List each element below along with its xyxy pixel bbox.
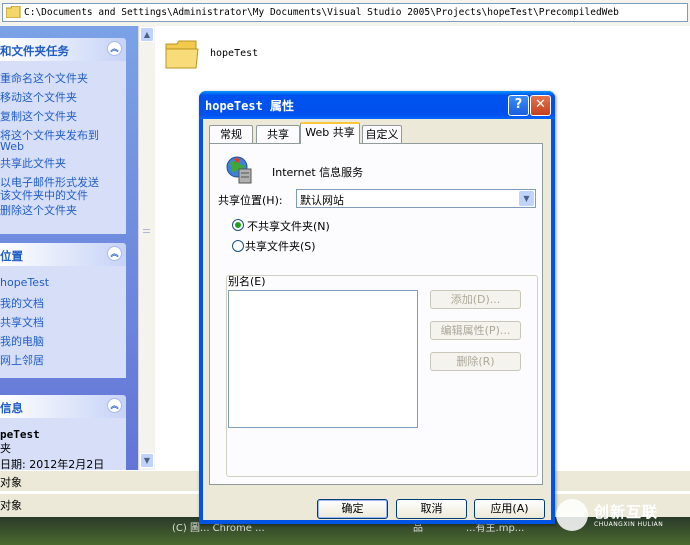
task-copy[interactable]: 复制这个文件夹 bbox=[0, 108, 77, 124]
share-location-value: 默认网站 bbox=[300, 194, 344, 207]
watermark-text: 创新互联 bbox=[594, 503, 659, 521]
details-date: 日期: 2012年2月2日 bbox=[0, 458, 105, 470]
task-share[interactable]: 共享此文件夹 bbox=[0, 155, 66, 171]
add-button[interactable]: 添加(D)... bbox=[430, 290, 521, 309]
tasks-panel-body: 重命名这个文件夹 移动这个文件夹 复制这个文件夹 将这个文件夹发布到 Web 共… bbox=[0, 61, 126, 234]
places-panel-body: hopeTest 我的文档 共享文档 我的电脑 网上邻居 bbox=[0, 266, 126, 378]
help-button[interactable]: ? bbox=[508, 95, 529, 116]
radio-share-label[interactable]: 共享文件夹(S) bbox=[245, 238, 320, 254]
address-bar: C:\Documents and Settings\Administrator\… bbox=[0, 0, 690, 27]
share-location-label: 共享位置(H): bbox=[218, 194, 283, 207]
share-location-select[interactable]: 默认网站 ▼ bbox=[296, 189, 536, 208]
task-publish-web[interactable]: Web bbox=[0, 140, 24, 153]
tab-sharing[interactable]: 共享 bbox=[256, 125, 300, 143]
chevron-down-icon[interactable]: ▼ bbox=[519, 191, 534, 206]
watermark-logo-icon bbox=[556, 499, 588, 531]
folder-name[interactable]: hopeTest bbox=[210, 48, 258, 59]
remove-button[interactable]: 删除(R) bbox=[430, 352, 521, 371]
watermark: 创新互联 CHUANGXIN HULIAN bbox=[556, 497, 690, 535]
dialog-body: 常规 共享 Web 共享 自定义 Internet 信息服务 共享位置(H): … bbox=[203, 119, 551, 520]
close-button[interactable]: ✕ bbox=[530, 95, 551, 116]
dialog-title: hopeTest 属性 bbox=[205, 99, 295, 113]
radio-no-share[interactable] bbox=[232, 219, 244, 231]
tab-customize[interactable]: 自定义 bbox=[362, 125, 402, 143]
web-sharing-panel: Internet 信息服务 共享位置(H): 默认网站 ▼ 不共享文件夹(N) … bbox=[209, 143, 543, 485]
ok-button[interactable]: 确定 bbox=[317, 499, 388, 519]
place-shared-documents[interactable]: 共享文档 bbox=[0, 314, 44, 330]
alias-list[interactable] bbox=[228, 290, 418, 428]
details-panel-title: 信息 bbox=[0, 401, 23, 415]
radio-share[interactable] bbox=[232, 240, 244, 252]
details-panel-body: peTest 夹 日期: 2012年2月2日 bbox=[0, 418, 126, 470]
details-panel-header[interactable]: 信息 ︽ bbox=[0, 395, 126, 418]
collapse-icon[interactable]: ︽ bbox=[107, 398, 122, 413]
address-path: C:\Documents and Settings\Administrator\… bbox=[24, 7, 619, 18]
task-rename[interactable]: 重命名这个文件夹 bbox=[0, 70, 88, 86]
details-type: 夹 bbox=[0, 442, 11, 455]
address-field[interactable]: C:\Documents and Settings\Administrator\… bbox=[2, 3, 688, 22]
iis-globe-icon bbox=[226, 156, 252, 184]
place-my-computer[interactable]: 我的电脑 bbox=[0, 333, 44, 349]
edit-properties-button[interactable]: 编辑属性(P)... bbox=[430, 321, 521, 340]
properties-dialog: hopeTest 属性 ? ✕ 常规 共享 Web 共享 自定义 Interne… bbox=[199, 91, 555, 524]
tab-web-sharing[interactable]: Web 共享 bbox=[300, 122, 360, 144]
cancel-button[interactable]: 取消 bbox=[396, 499, 467, 519]
collapse-icon[interactable]: ︽ bbox=[107, 41, 122, 56]
tasks-panel-title: 和文件夹任务 bbox=[0, 44, 69, 58]
places-panel-title: 位置 bbox=[0, 249, 23, 263]
task-email-2[interactable]: 该文件夹中的文件 bbox=[0, 187, 88, 203]
scroll-grip bbox=[143, 229, 150, 230]
tasks-panel-header[interactable]: 和文件夹任务 ︽ bbox=[0, 38, 126, 61]
service-label: Internet 信息服务 bbox=[272, 166, 364, 179]
radio-no-share-label[interactable]: 不共享文件夹(N) bbox=[247, 218, 330, 234]
watermark-subtext: CHUANGXIN HULIAN bbox=[594, 521, 664, 528]
status-text-2: 对象 bbox=[0, 499, 22, 512]
places-panel-header[interactable]: 位置 ︽ bbox=[0, 243, 126, 266]
task-delete[interactable]: 删除这个文件夹 bbox=[0, 202, 77, 218]
place-hopetest[interactable]: hopeTest bbox=[0, 276, 49, 289]
alias-label: 别名(E) bbox=[228, 275, 266, 288]
place-network[interactable]: 网上邻居 bbox=[0, 352, 44, 368]
vertical-scrollbar[interactable]: ▲ ▼ bbox=[138, 26, 155, 470]
scroll-down-icon[interactable]: ▼ bbox=[140, 453, 154, 468]
folder-icon[interactable] bbox=[165, 38, 199, 70]
tab-general[interactable]: 常规 bbox=[209, 125, 253, 143]
folder-icon bbox=[6, 6, 21, 18]
task-pane: 和文件夹任务 ︽ 重命名这个文件夹 移动这个文件夹 复制这个文件夹 将这个文件夹… bbox=[0, 26, 138, 470]
collapse-icon[interactable]: ︽ bbox=[107, 246, 122, 261]
task-move[interactable]: 移动这个文件夹 bbox=[0, 89, 77, 105]
apply-button[interactable]: 应用(A) bbox=[474, 499, 545, 519]
status-text: 对象 bbox=[0, 476, 22, 489]
dialog-titlebar[interactable]: hopeTest 属性 ? ✕ bbox=[199, 91, 555, 119]
scroll-grip bbox=[143, 232, 150, 233]
scroll-up-icon[interactable]: ▲ bbox=[140, 27, 154, 42]
place-my-documents[interactable]: 我的文档 bbox=[0, 295, 44, 311]
